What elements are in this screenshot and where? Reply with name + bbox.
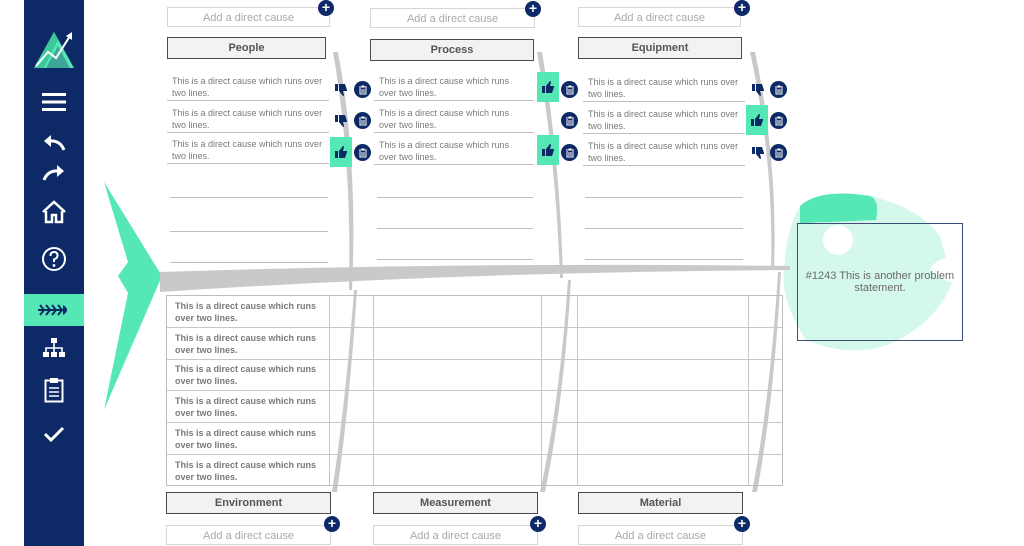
thumbs-up-icon: [542, 144, 554, 156]
fish-head-top: [800, 193, 878, 224]
trash-icon: [774, 85, 783, 94]
add-cause-material-input[interactable]: Add a direct cause: [578, 525, 743, 545]
thumbs-up-button[interactable]: [537, 135, 559, 165]
category-environment-header: Environment: [166, 492, 331, 514]
add-cause-people-button[interactable]: +: [318, 0, 334, 16]
thumbs-up-icon: [335, 146, 347, 158]
fish-tail: [104, 182, 162, 410]
process-cause-1[interactable]: This is a direct cause which runs over t…: [374, 73, 534, 101]
process-cause-2[interactable]: This is a direct cause which runs over t…: [374, 105, 534, 133]
people-empty-slot: [170, 197, 328, 198]
equipment-cause-1[interactable]: This is a direct cause which runs over t…: [583, 74, 745, 102]
thumbs-up-button[interactable]: [537, 72, 559, 102]
thumbs-up-icon: [542, 81, 554, 93]
trash-icon: [565, 116, 574, 125]
process-cause-3[interactable]: This is a direct cause which runs over t…: [374, 137, 534, 165]
trash-icon: [358, 148, 367, 157]
people-cause-3[interactable]: This is a direct cause which runs over t…: [167, 136, 329, 164]
add-cause-measurement-input[interactable]: Add a direct cause: [373, 525, 538, 545]
people-empty-slot: [170, 262, 328, 263]
table-row[interactable]: This is a direct cause which runs over t…: [167, 455, 327, 486]
people-empty-slot: [170, 231, 328, 232]
process-empty-slot: [377, 259, 533, 260]
thumbs-down-button[interactable]: [749, 81, 767, 99]
process-empty-slot: [377, 228, 533, 229]
thumbs-up-button[interactable]: [746, 105, 768, 135]
equipment-empty-slot: [585, 259, 743, 260]
delete-cause-button[interactable]: [561, 81, 578, 98]
equipment-cause-2[interactable]: This is a direct cause which runs over t…: [583, 106, 745, 134]
equipment-empty-slot: [585, 228, 743, 229]
table-row[interactable]: This is a direct cause which runs over t…: [167, 359, 327, 390]
add-cause-environment-button[interactable]: +: [324, 516, 340, 532]
add-cause-environment-input[interactable]: Add a direct cause: [166, 525, 331, 545]
category-process-header: Process: [370, 39, 534, 61]
fish-spine: [160, 264, 790, 292]
trash-icon: [565, 148, 574, 157]
table-row[interactable]: This is a direct cause which runs over t…: [167, 423, 327, 454]
thumbs-up-icon: [751, 114, 763, 126]
thumbs-down-button[interactable]: [749, 144, 767, 162]
add-cause-material-button[interactable]: +: [734, 516, 750, 532]
delete-cause-button[interactable]: [354, 112, 371, 129]
category-measurement-header: Measurement: [373, 492, 538, 514]
add-cause-people-input[interactable]: Add a direct cause: [167, 7, 330, 27]
category-equipment-header: Equipment: [578, 37, 742, 59]
thumbs-down-icon: [752, 147, 764, 159]
delete-cause-button[interactable]: [561, 144, 578, 161]
delete-cause-button[interactable]: [770, 144, 787, 161]
cause-table: This is a direct cause which runs over t…: [166, 295, 783, 486]
add-cause-process-input[interactable]: Add a direct cause: [370, 8, 535, 28]
category-people-header: People: [167, 37, 326, 59]
thumbs-down-button[interactable]: [332, 81, 350, 99]
add-cause-equipment-input[interactable]: Add a direct cause: [578, 7, 741, 27]
trash-icon: [774, 148, 783, 157]
add-cause-process-button[interactable]: +: [525, 1, 541, 17]
equipment-empty-slot: [585, 197, 743, 198]
thumbs-down-button[interactable]: [332, 112, 350, 130]
delete-cause-button[interactable]: [770, 112, 787, 129]
delete-cause-button[interactable]: [354, 144, 371, 161]
add-cause-equipment-button[interactable]: +: [734, 0, 750, 16]
trash-icon: [774, 116, 783, 125]
table-row[interactable]: This is a direct cause which runs over t…: [167, 296, 327, 327]
problem-statement[interactable]: #1243 This is another problem statement.: [797, 223, 963, 341]
table-row[interactable]: This is a direct cause which runs over t…: [167, 391, 327, 422]
table-row[interactable]: This is a direct cause which runs over t…: [167, 328, 327, 359]
people-cause-2[interactable]: This is a direct cause which runs over t…: [167, 105, 329, 133]
thumbs-down-icon: [752, 84, 764, 96]
trash-icon: [358, 85, 367, 94]
trash-icon: [565, 85, 574, 94]
delete-cause-button[interactable]: [561, 112, 578, 129]
trash-icon: [358, 116, 367, 125]
delete-cause-button[interactable]: [354, 81, 371, 98]
thumbs-up-button[interactable]: [330, 137, 352, 167]
thumbs-down-icon: [335, 84, 347, 96]
category-material-header: Material: [578, 492, 743, 514]
thumbs-down-icon: [335, 115, 347, 127]
process-empty-slot: [377, 197, 533, 198]
delete-cause-button[interactable]: [770, 81, 787, 98]
add-cause-measurement-button[interactable]: +: [530, 516, 546, 532]
people-cause-1[interactable]: This is a direct cause which runs over t…: [167, 73, 329, 101]
equipment-cause-3[interactable]: This is a direct cause which runs over t…: [583, 138, 745, 166]
